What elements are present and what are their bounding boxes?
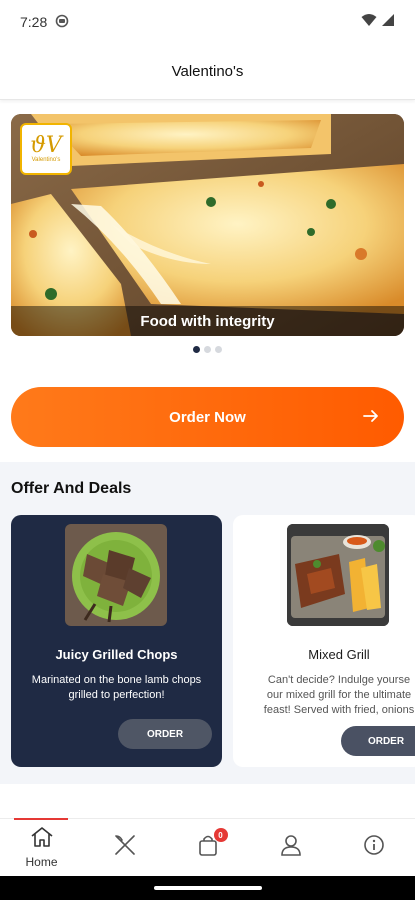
logo-monogram: ϑV (30, 133, 62, 158)
nav-label: Home (25, 855, 58, 869)
app-header: Valentino's (0, 44, 415, 100)
nav-cart[interactable]: 0 (166, 819, 249, 876)
utensils-icon (112, 832, 138, 863)
nav-profile[interactable] (249, 819, 332, 876)
arrow-right-icon (362, 407, 380, 428)
home-icon (30, 826, 54, 853)
deal-card-mixed-grill[interactable]: Mixed Grill Can't decide? Indulge yourse… (233, 515, 415, 767)
nav-info[interactable] (332, 819, 415, 876)
status-left: 7:28 (20, 14, 69, 31)
deal-description-line: Can't decide? Indulge yourse (267, 674, 411, 686)
deal-title: Juicy Grilled Chops (55, 647, 178, 662)
brand-logo: ϑV Valentino's (20, 123, 72, 175)
section-title: Offer And Deals (11, 480, 132, 497)
deal-title: Mixed Grill (308, 647, 370, 662)
bottom-nav: Home 0 (0, 818, 415, 876)
hero-caption-bar: Food with integrity (11, 306, 404, 336)
logo-text: Valentino's (31, 157, 61, 163)
order-button[interactable]: ORDER (341, 726, 415, 756)
order-button[interactable]: ORDER (118, 719, 212, 749)
page-title: Valentino's (171, 63, 244, 80)
signal-icon (381, 13, 395, 32)
carousel-dot[interactable] (204, 346, 211, 353)
deal-description: Marinated on the bone lamb chops grilled… (31, 674, 202, 701)
system-gesture-bar (0, 876, 415, 900)
status-bar: 7:28 (0, 0, 415, 44)
carousel-dot[interactable] (215, 346, 222, 353)
hero-banner[interactable]: ϑV Valentino's Food with integrity (11, 114, 404, 336)
order-now-label: Order Now (169, 408, 246, 426)
hero-caption: Food with integrity (140, 312, 275, 330)
nav-home[interactable]: Home (0, 818, 83, 876)
carousel-indicator (0, 346, 415, 353)
order-now-button[interactable]: Order Now (11, 387, 404, 447)
carousel-dot[interactable] (193, 346, 200, 353)
info-icon (363, 834, 385, 861)
notification-icon (55, 14, 69, 31)
nav-menu[interactable] (83, 819, 166, 876)
deal-card-juicy-grilled-chops[interactable]: Juicy Grilled Chops Marinated on the bon… (11, 515, 222, 767)
deal-description-line: feast! Served with fried, onions (263, 704, 415, 716)
wifi-icon (361, 13, 377, 32)
offers-section: Offer And Deals Juicy Grilled Chops Mari… (0, 462, 415, 784)
deal-description: Can't decide? Indulge yourse our mixed g… (233, 673, 415, 718)
deal-image (65, 524, 167, 626)
gesture-handle[interactable] (153, 886, 262, 890)
deal-image (287, 524, 389, 626)
status-right (361, 13, 395, 32)
cart-badge: 0 (213, 828, 228, 842)
deal-description-line: our mixed grill for the ultimate (266, 689, 412, 701)
user-icon (279, 833, 303, 862)
status-time: 7:28 (20, 14, 48, 30)
